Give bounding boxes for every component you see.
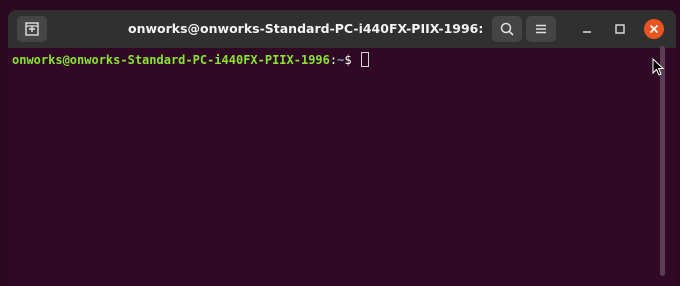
terminal-scrollbar[interactable] bbox=[660, 46, 665, 276]
maximize-icon bbox=[615, 24, 625, 34]
close-icon bbox=[649, 24, 659, 34]
prompt-symbol: $ bbox=[344, 53, 359, 67]
mouse-pointer-icon bbox=[652, 58, 665, 76]
new-tab-icon bbox=[25, 22, 39, 36]
prompt-user-host: onworks@onworks-Standard-PC-i440FX-PIIX-… bbox=[12, 53, 330, 67]
minimize-icon bbox=[583, 31, 591, 33]
maximize-button[interactable] bbox=[610, 19, 630, 39]
hamburger-menu-icon bbox=[536, 24, 546, 34]
search-button[interactable] bbox=[492, 16, 522, 42]
text-cursor bbox=[360, 52, 369, 67]
terminal-output[interactable]: onworks@onworks-Standard-PC-i440FX-PIIX-… bbox=[8, 48, 676, 286]
window-title: onworks@onworks-Standard-PC-i440FX-PIIX-… bbox=[128, 21, 488, 36]
new-tab-button[interactable] bbox=[17, 16, 47, 42]
menu-button[interactable] bbox=[526, 16, 556, 42]
search-icon bbox=[500, 22, 514, 36]
title-bar[interactable]: onworks@onworks-Standard-PC-i440FX-PIIX-… bbox=[8, 10, 676, 48]
minimize-button[interactable] bbox=[577, 19, 597, 39]
close-button[interactable] bbox=[644, 19, 664, 39]
terminal-window: onworks@onworks-Standard-PC-i440FX-PIIX-… bbox=[8, 10, 676, 286]
